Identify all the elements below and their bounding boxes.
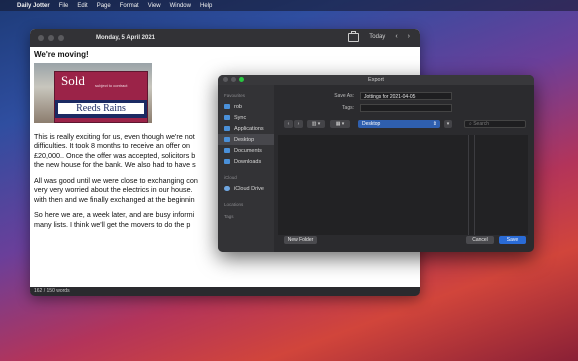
- dialog-zoom-button[interactable]: [239, 77, 244, 82]
- sidebar-header-tags: Tags: [224, 214, 234, 219]
- document-icon: [224, 148, 230, 153]
- forward-button[interactable]: ›: [294, 120, 303, 128]
- menu-edit[interactable]: Edit: [77, 3, 87, 9]
- sidebar-item-rob[interactable]: rob: [218, 101, 274, 112]
- group-button[interactable]: ▦ ▾: [330, 120, 350, 128]
- dialog-minimize-button[interactable]: [231, 77, 236, 82]
- save-button[interactable]: Save: [499, 236, 526, 244]
- export-title: Export: [368, 77, 384, 83]
- word-count: 162 / 150 words: [30, 287, 420, 296]
- columns-icon: ▥ ▾: [311, 121, 321, 127]
- location-popup[interactable]: Desktop ⇕: [358, 120, 440, 128]
- expand-button[interactable]: ▾: [444, 120, 452, 128]
- menu-window[interactable]: Window: [170, 3, 191, 9]
- column-divider[interactable]: [468, 135, 469, 235]
- tags-input[interactable]: [360, 104, 452, 112]
- menu-help[interactable]: Help: [200, 3, 212, 9]
- sidebar-header-icloud: iCloud: [224, 175, 237, 180]
- view-mode-button[interactable]: ▥ ▾: [307, 120, 325, 128]
- menu-app-name[interactable]: Daily Jotter: [17, 3, 50, 9]
- entry-heading: We're moving!: [34, 50, 89, 59]
- sidebar-item-desktop[interactable]: Desktop: [218, 134, 274, 145]
- menu-file[interactable]: File: [59, 3, 69, 9]
- home-icon: [224, 104, 230, 109]
- cloud-icon: [224, 186, 230, 191]
- applications-icon: [224, 126, 230, 131]
- menu-page[interactable]: Page: [97, 3, 111, 9]
- chevron-down-icon: ▾: [446, 121, 450, 127]
- search-placeholder: Search: [473, 121, 490, 127]
- sidebar-item-sync[interactable]: Sync: [218, 112, 274, 123]
- chevron-left-icon[interactable]: ‹: [395, 33, 397, 40]
- download-icon: [224, 159, 230, 164]
- dialog-close-button[interactable]: [223, 77, 228, 82]
- location-value: Desktop: [362, 121, 381, 127]
- folder-icon: [224, 115, 230, 120]
- finder-sidebar: Favourites rob Sync Applications Desktop…: [218, 85, 274, 252]
- sidebar-item-documents[interactable]: Documents: [218, 145, 274, 156]
- jotter-date: Monday, 5 April 2021: [96, 35, 156, 41]
- today-button[interactable]: Today: [369, 34, 385, 40]
- chevron-right-icon[interactable]: ›: [408, 33, 410, 40]
- sidebar-item-applications[interactable]: Applications: [218, 123, 274, 134]
- chevron-updown-icon: ⇕: [432, 121, 437, 127]
- desktop-icon: [224, 137, 230, 142]
- menu-bar: Daily Jotter File Edit Page Format View …: [0, 0, 578, 11]
- sign-subject-text: subject to contract: [95, 82, 128, 88]
- sidebar-item-icloud-drive[interactable]: iCloud Drive: [218, 183, 274, 194]
- sign-agent-text: Reeds Rains: [58, 102, 144, 114]
- grid-icon: ▦ ▾: [335, 121, 345, 127]
- save-as-label: Save As:: [334, 93, 354, 99]
- sold-sign-photo: Sold subject to contract Reeds Rains: [34, 62, 152, 123]
- save-as-input[interactable]: Jottings for 2021-04-05: [360, 92, 452, 100]
- sign-sold-text: Sold: [61, 72, 85, 88]
- chevron-left-icon: ‹: [287, 121, 290, 127]
- jotter-toolbar: Today ‹ ›: [348, 31, 410, 42]
- file-browser[interactable]: [278, 135, 528, 235]
- finder-toolbar: ‹ › ▥ ▾ ▦ ▾ Desktop ⇕ ▾ ⌕ Search: [284, 120, 526, 129]
- sidebar-header-locations: Locations: [224, 202, 244, 207]
- new-folder-button[interactable]: New Folder: [284, 236, 317, 244]
- menu-view[interactable]: View: [148, 3, 161, 9]
- briefcase-icon[interactable]: [348, 31, 360, 42]
- back-button[interactable]: ‹: [284, 120, 293, 128]
- sidebar-header-favourites: Favourites: [224, 93, 246, 98]
- sold-sign: Sold subject to contract Reeds Rains: [54, 70, 148, 123]
- save-as-row: Save As: Jottings for 2021-04-05: [274, 91, 534, 101]
- zoom-button[interactable]: [58, 35, 64, 41]
- menu-format[interactable]: Format: [120, 3, 139, 9]
- search-field[interactable]: ⌕ Search: [464, 120, 526, 128]
- cancel-button[interactable]: Cancel: [466, 236, 494, 244]
- sidebar-item-downloads[interactable]: Downloads: [218, 156, 274, 167]
- tags-row: Tags:: [274, 103, 534, 113]
- minimize-button[interactable]: [48, 35, 54, 41]
- sign-plate: Reeds Rains: [55, 99, 147, 118]
- dialog-window-controls: [223, 77, 244, 82]
- search-icon: ⌕: [469, 121, 472, 127]
- chevron-right-icon: ›: [297, 121, 300, 127]
- close-button[interactable]: [38, 35, 44, 41]
- tags-label: Tags:: [342, 105, 354, 111]
- export-titlebar: Export: [218, 75, 534, 85]
- window-controls: [30, 35, 64, 41]
- jotter-titlebar: Monday, 5 April 2021 Today ‹ ›: [30, 29, 420, 47]
- export-dialog: Export Favourites rob Sync Applications …: [218, 75, 534, 252]
- column-divider[interactable]: [474, 135, 475, 235]
